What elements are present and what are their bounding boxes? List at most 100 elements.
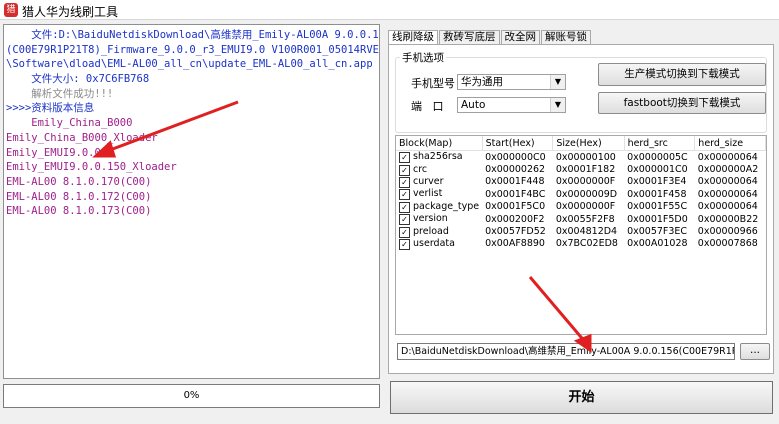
column-header-start[interactable]: Start(Hex) (482, 136, 554, 151)
app-logo-icon: 猎 (4, 3, 18, 17)
table-row[interactable]: ✓ sha256rsa 0x000000C0 0x00000100 0x0000005C… (396, 151, 766, 164)
cell-text: 0x000000A2 (697, 164, 759, 176)
table-cell: ✓ verlist (396, 188, 482, 201)
row-checkbox[interactable]: ✓ (399, 189, 410, 201)
cell-text: 0x00A01028 (627, 238, 688, 250)
log-line: Emily_EMUI9.0.0 (6, 146, 101, 159)
table-row[interactable]: ✓ userdata 0x00AF8890 0x7BC02ED8 0x00A01028 0… (396, 238, 766, 250)
tab-unbrick[interactable]: 救砖写底层 (439, 30, 500, 44)
tab-full-network[interactable]: 改全网 (500, 30, 540, 44)
table-cell: 0x0001F55C (624, 201, 695, 213)
model-colon: : (449, 75, 453, 88)
table-cell: 0x0001F448 (482, 176, 553, 188)
row-checkbox[interactable]: ✓ (399, 214, 410, 226)
cell-text: 0x7BC02ED8 (555, 238, 618, 250)
log-line: 解析文件成功!!! (6, 87, 114, 100)
table-cell: 0x0001F458 (624, 188, 695, 200)
table-cell: 0x0000000F (553, 176, 624, 188)
cell-text: 0x0001F3E4 (627, 176, 687, 188)
progress-label: 0% (183, 390, 200, 401)
cell-text: 0x00000100 (555, 151, 616, 163)
table-cell: 0x00000064 (695, 188, 766, 200)
row-checkbox[interactable]: ✓ (399, 238, 410, 250)
table-row[interactable]: ✓ package_type 0x0001F5C0 0x0000000F 0x0001F… (396, 201, 766, 213)
log-line: EML-AL00 8.1.0.173(C00) (6, 205, 152, 218)
model-select[interactable]: 华为通用 ▼ (457, 74, 566, 90)
progress-bar: 0% (3, 384, 380, 408)
table-cell: 0x00007868 (695, 238, 766, 250)
column-header-size[interactable]: Size(Hex) (552, 136, 625, 151)
cell-text: 0x00AF8890 (485, 238, 545, 250)
table-row[interactable]: ✓ version 0x000200F2 0x0055F2F8 0x0001F5D0 0x… (396, 213, 766, 226)
browse-label: ... (749, 344, 760, 356)
start-button[interactable]: 开始 (390, 381, 773, 414)
column-header-block[interactable]: Block(Map) (396, 136, 483, 151)
tab-strip: 线刷降级 救砖写底层 改全网 解账号锁 (388, 30, 592, 45)
phone-options-legend: 手机选项 (400, 50, 446, 65)
production-to-download-button[interactable]: 生产模式切换到下载模式 (598, 63, 766, 86)
column-header-herd-size[interactable]: herd_size (694, 136, 766, 151)
cell-text: sha256rsa (413, 151, 463, 163)
table-cell: 0x00A01028 (624, 238, 695, 250)
cell-text: 0x00000064 (697, 151, 758, 163)
table-cell: 0x0000009D (553, 188, 624, 200)
table-cell: ✓ crc (396, 163, 482, 176)
table-cell: 0x00000064 (695, 176, 766, 188)
table-row[interactable]: ✓ crc 0x00000262 0x0001F182 0x000001C0 0x0000… (396, 163, 766, 176)
table-cell: 0x00000064 (695, 201, 766, 213)
table-cell: 0x00000B22 (695, 213, 766, 225)
cell-text: 0x0001F5C0 (485, 201, 546, 213)
cell-text: 0x0000000F (555, 176, 616, 188)
cell-text: 0x00000B22 (697, 213, 759, 225)
table-cell: 0x000000C0 (482, 151, 553, 164)
table-cell: ✓ preload (396, 225, 482, 238)
table-cell: 0x000001C0 (624, 163, 695, 175)
firmware-path-field[interactable]: D:\BaiduNetdiskDownload\高维禁用_Emily-AL00A… (397, 343, 735, 360)
port-select[interactable]: Auto ▼ (457, 97, 566, 113)
table-row[interactable]: ✓ verlist 0x0001F4BC 0x0000009D 0x0001F458 0x… (396, 188, 766, 201)
table-cell: 0x00000966 (695, 225, 766, 237)
table-cell: 0x000000A2 (695, 163, 766, 175)
cell-text: 0x00000064 (697, 176, 758, 188)
row-checkbox[interactable]: ✓ (399, 176, 410, 188)
row-checkbox[interactable]: ✓ (399, 152, 410, 164)
table-cell: ✓ curver (396, 176, 482, 188)
table-cell: 0x0001F182 (553, 163, 624, 175)
table-cell: 0x0055F2F8 (553, 213, 624, 225)
cell-text: verlist (413, 188, 443, 200)
cell-text: 0x0057FD52 (485, 226, 546, 238)
column-header-herd-src[interactable]: herd_src (624, 136, 696, 151)
cell-text: 0x0000000F (555, 201, 616, 213)
log-line: 文件大小: 0x7C6FB768 (6, 73, 150, 86)
log-line: >>>>资料版本信息 (6, 102, 95, 115)
cell-text: 0x0057F3EC (627, 226, 688, 238)
cell-text: 0x0001F4BC (485, 188, 546, 200)
tab-flash-downgrade[interactable]: 线刷降级 (388, 30, 438, 45)
table-cell: 0x7BC02ED8 (553, 238, 624, 250)
cell-text: 0x0001F448 (485, 176, 545, 188)
tab-account-unlock[interactable]: 解账号锁 (541, 30, 591, 44)
log-output[interactable]: 文件:D:\BaiduNetdiskDownload\高维禁用_Emily-AL… (3, 24, 380, 379)
table-cell: 0x004812D4 (553, 225, 624, 237)
cell-text: 0x0001F5D0 (627, 213, 688, 225)
log-line: EML-AL00 8.1.0.170(C00) (6, 175, 152, 188)
chevron-down-icon[interactable]: ▼ (550, 98, 565, 112)
row-checkbox[interactable]: ✓ (399, 164, 410, 176)
table-row[interactable]: ✓ curver 0x0001F448 0x0000000F 0x0001F3E4 0x0… (396, 176, 766, 188)
model-select-value: 华为通用 (461, 76, 503, 88)
browse-button[interactable]: ... (740, 343, 770, 360)
row-checkbox[interactable]: ✓ (399, 201, 410, 213)
fastboot-to-download-button[interactable]: fastboot切换到下载模式 (598, 92, 766, 114)
table-row[interactable]: ✓ preload 0x0057FD52 0x004812D4 0x0057F3EC 0x… (396, 225, 766, 238)
cell-text: 0x00007868 (697, 238, 758, 250)
cell-text: 0x00000064 (697, 201, 758, 213)
table-cell: 0x0000005C (624, 151, 695, 164)
title-bar: 猎 猎人华为线刷工具 (0, 0, 779, 20)
row-checkbox[interactable]: ✓ (399, 226, 410, 238)
table-cell: 0x0001F3E4 (624, 176, 695, 188)
table-cell: ✓ version (396, 213, 482, 226)
chevron-down-icon[interactable]: ▼ (550, 75, 565, 89)
log-line: (C00E79R1P21T8)_Firmware_9.0.0_r3_EMUI9.… (6, 43, 379, 56)
cell-text: crc (413, 163, 428, 175)
cell-text: preload (413, 225, 449, 237)
